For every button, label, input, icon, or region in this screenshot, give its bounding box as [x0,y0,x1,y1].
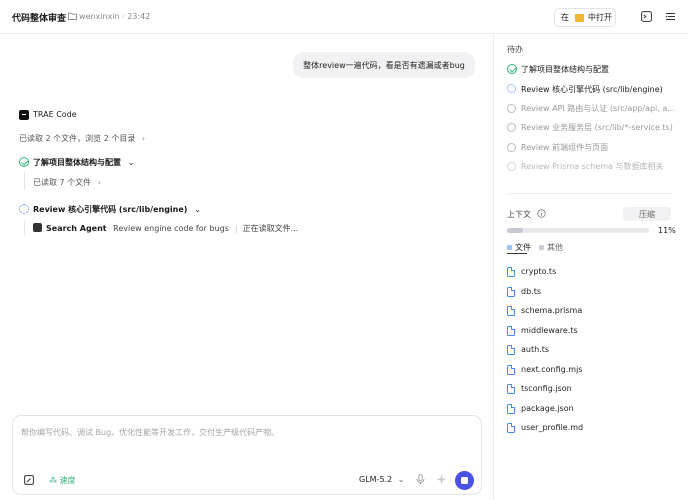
file-icon [507,325,515,336]
owner-meta: wenxinxin · 23:42 [79,12,151,21]
folder-icon [68,12,77,20]
model-label: GLM-5.2 [359,475,393,484]
context-title: 上下文 [507,210,531,219]
context-usage-label: 11% [658,226,676,235]
info-icon[interactable] [537,209,546,218]
context-file-item[interactable]: db.ts [521,287,541,296]
files-swatch [507,245,512,250]
legend-files-label: 文件 [515,243,531,252]
microphone-icon[interactable] [416,474,425,485]
file-icon [507,384,515,394]
file-icon [507,345,515,355]
todo-title: 待办 [507,45,523,54]
context-file-item[interactable]: package.json [521,404,574,413]
open-in-button[interactable]: 在 中打开 [554,8,616,27]
list-settings-icon[interactable] [664,10,677,23]
todo-pending-icon [507,104,516,113]
todo-item: 了解项目整体结构与配置 [521,65,609,74]
agent-task: Review engine code for bugs [113,224,229,233]
legend-other: 其他 [539,242,563,253]
agent-status: 正在读取文件... [242,224,299,233]
todo-item: Review API 路由与认证 (src/app/api, a... [521,104,675,113]
speed-mode-label: 速度 [59,476,76,485]
open-target-label: 中打开 [588,13,612,22]
step-1-detail[interactable]: 已读取 7 个文件 › [33,177,101,188]
context-file-item[interactable]: auth.ts [521,345,549,354]
legend-other-label: 其他 [547,243,563,252]
todo-item: Review 前端组件与页面 [521,143,609,152]
read-summary[interactable]: 已读取 2 个文件，浏览 2 个目录 › [19,133,145,144]
agent-row[interactable]: Search Agent Review engine code for bugs… [46,223,298,234]
conversation-title: 代码整体审查 [12,14,67,24]
context-usage-bar [507,228,649,233]
read-summary-text: 已读取 2 个文件，浏览 2 个目录 [19,134,136,143]
step-2-indent [24,219,25,237]
model-select[interactable]: GLM-5.2 ⌄ [359,475,404,484]
step-done-icon [19,157,29,167]
chevron-down-icon: ⌄ [127,158,135,167]
todo-done-icon [507,64,517,74]
other-swatch [539,245,544,250]
file-icon [507,423,515,433]
context-file-item[interactable]: next.config.mjs [521,365,582,374]
context-file-item[interactable]: crypto.ts [521,267,556,276]
file-icon [507,267,515,277]
compress-button[interactable]: 压缩 [623,207,671,221]
stop-button[interactable] [455,471,474,490]
edit-icon[interactable] [24,475,34,485]
open-in-label: 在 [561,13,569,22]
chevron-down-icon: ⌄ [397,475,405,484]
step-running-icon [19,204,29,214]
context-file-item[interactable]: schema.prisma [521,306,582,315]
file-icon [507,286,515,297]
header: 代码整体审查 wenxinxin · 23:42 在 中打开 [0,0,688,34]
todo-item: Review 业务服务层 (src/lib/*-service.ts) [521,123,673,132]
todo-pending-icon [507,123,516,132]
context-usage-fill [507,228,523,233]
todo-item: Review 核心引擎代码 (src/lib/engine) [521,85,663,94]
section-divider [507,193,672,194]
separator: | [235,224,239,233]
agent-name: Search Agent [46,224,107,233]
step-1-header[interactable]: 了解项目整体结构与配置 ⌄ [33,157,135,168]
sparkle-icon: ⁂ [49,476,57,485]
todo-item: Review Prisma schema 与数据库相关 [521,162,664,171]
step-2-label: Review 核心引擎代码 (src/lib/engine) [33,205,188,214]
todo-pending-icon [507,143,516,152]
chevron-right-icon: › [141,134,146,143]
context-file-item[interactable]: middleware.ts [521,326,578,335]
panel-divider [493,34,494,500]
chevron-down-icon: ⌄ [194,205,201,214]
user-message: 整体review一遍代码，看是否有遗漏或者bug [293,52,475,78]
assistant-name: TRAE Code [33,110,77,119]
speed-mode-toggle[interactable]: ⁂ 速度 [49,475,76,486]
chat-input[interactable]: 帮你编写代码、调试 Bug、优化性能等开发工作，交付生产级代码产物。 [21,427,279,438]
agent-icon [33,223,42,232]
folder-app-icon [575,13,584,22]
legend-files: 文件 [507,242,531,253]
file-icon [507,364,515,375]
step-1-indent [24,172,25,190]
context-file-item[interactable]: tsconfig.json [521,384,572,393]
context-file-item[interactable]: user_profile.md [521,423,583,432]
todo-pending-icon [507,162,516,171]
enhance-icon[interactable] [436,474,447,485]
step-1-detail-text: 已读取 7 个文件 [33,178,92,187]
todo-running-icon [507,84,516,93]
chevron-right-icon: › [97,178,101,187]
file-icon [507,306,515,316]
file-icon [507,403,515,414]
terminal-icon[interactable] [640,10,653,23]
step-1-label: 了解项目整体结构与配置 [33,158,121,167]
trae-code-icon [19,110,29,120]
step-2-header[interactable]: Review 核心引擎代码 (src/lib/engine) ⌄ [33,204,201,215]
active-tab-underline [507,253,527,254]
